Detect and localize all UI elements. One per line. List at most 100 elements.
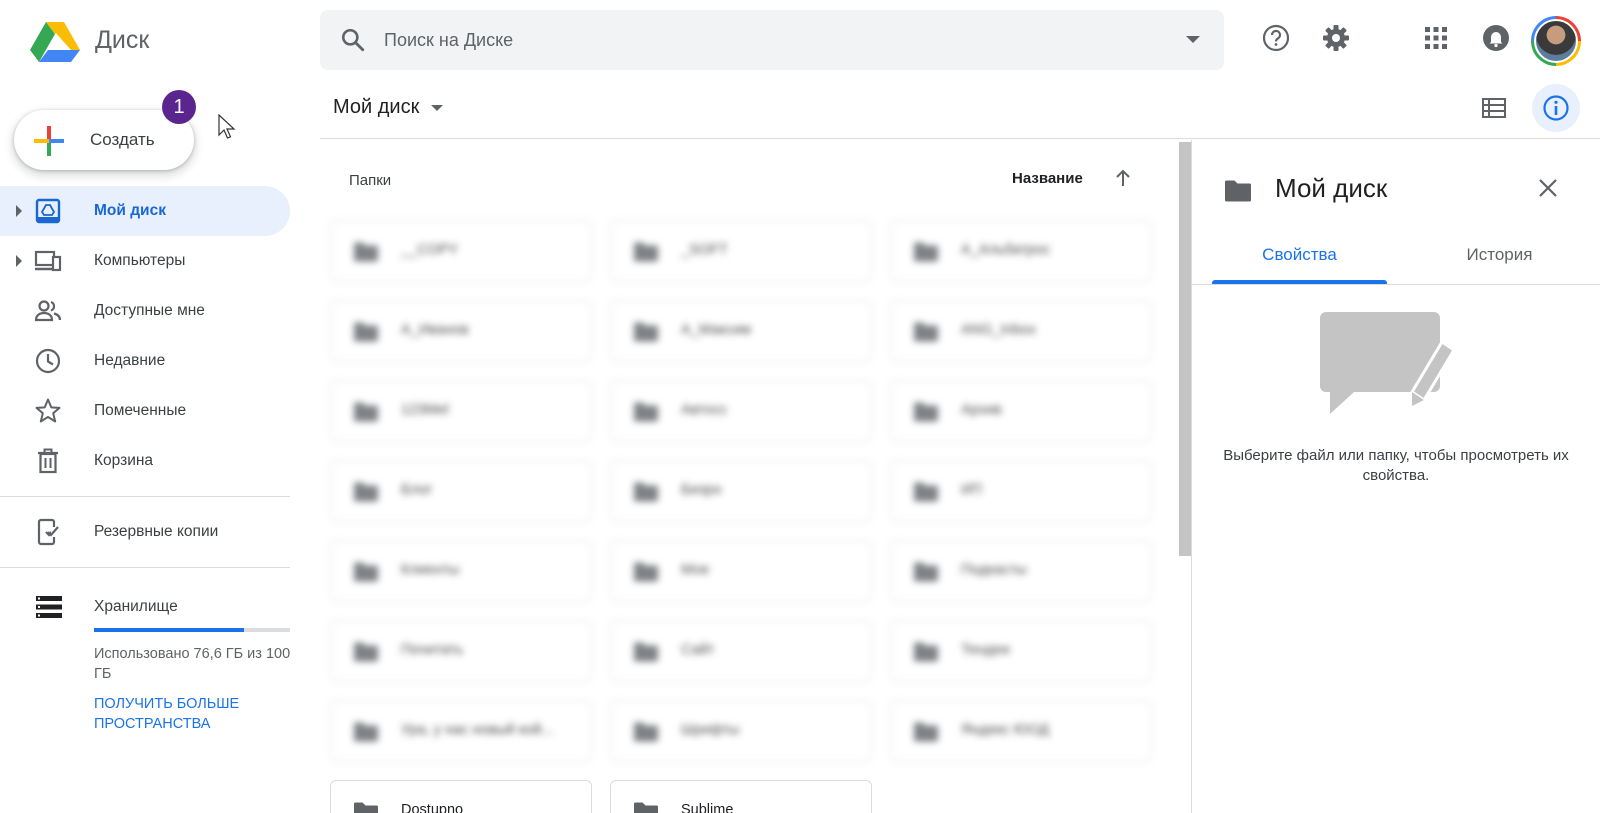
folder-tile[interactable]: Sublime: [610, 780, 872, 813]
info-icon: [1543, 95, 1569, 121]
storage-usage-bar: [94, 628, 290, 632]
folder-tile[interactable]: Архив: [890, 380, 1152, 442]
apps-grid-icon[interactable]: [1418, 20, 1454, 56]
folder-icon: [354, 482, 378, 502]
folder-tile[interactable]: Подкасты: [890, 540, 1152, 602]
sidebar-item-backups[interactable]: Резервные копии: [0, 507, 290, 557]
folder-name: Тендеи: [961, 642, 1010, 658]
folder-tile[interactable]: _SOFT: [610, 220, 872, 282]
settings-gear-icon[interactable]: [1318, 20, 1354, 56]
sidebar-item-starred[interactable]: Помеченные: [0, 386, 290, 436]
folder-tile[interactable]: A_Альбатрос: [890, 220, 1152, 282]
computers-icon: [34, 250, 62, 272]
backup-phone-icon: [37, 518, 59, 546]
folder-tile[interactable]: Шрифты: [610, 700, 872, 762]
location-dropdown[interactable]: Мой диск: [333, 96, 444, 119]
expand-arrow-icon[interactable]: [16, 205, 22, 217]
account-avatar[interactable]: [1531, 16, 1581, 66]
folder-tile[interactable]: 123Mel: [330, 380, 592, 442]
folder-icon: [634, 642, 658, 662]
folder-icon: [634, 482, 658, 502]
folder-icon: [914, 402, 938, 422]
folder-tile[interactable]: ANG_Inbox: [890, 300, 1152, 362]
info-button[interactable]: [1532, 84, 1580, 132]
folder-tile[interactable]: Бизро: [610, 460, 872, 522]
folder-icon: [914, 562, 938, 582]
sidebar-item-shared[interactable]: Доступные мне: [0, 286, 290, 336]
plus-icon: [34, 126, 64, 156]
folder-name: Архив: [961, 402, 1002, 418]
folder-tile[interactable]: ИП: [890, 460, 1152, 522]
sidebar-item-label: Недавние: [94, 352, 166, 369]
expand-arrow-icon[interactable]: [16, 255, 22, 267]
notifications-bell-icon[interactable]: [1478, 20, 1514, 56]
folder-tile[interactable]: __COPY: [330, 220, 592, 282]
folder-tile[interactable]: Тендеи: [890, 620, 1152, 682]
folders-section-label: Папки: [349, 172, 392, 189]
folder-icon: [354, 642, 378, 662]
search-options-dropdown-icon[interactable]: [1186, 36, 1200, 43]
folder-tile[interactable]: Яндекс ЮОД: [890, 700, 1152, 762]
folder-name: Бизро: [681, 482, 722, 498]
comment-edit-icon: [1320, 312, 1457, 414]
folder-name: Клиенты: [401, 562, 460, 578]
folder-name: Мое: [681, 562, 710, 578]
list-view-icon[interactable]: [1482, 97, 1506, 119]
sidebar-item-recent[interactable]: Недавние: [0, 336, 290, 386]
tabs-divider: [1192, 284, 1600, 285]
storage-icon: [36, 596, 62, 618]
help-icon[interactable]: [1258, 20, 1294, 56]
details-panel: Мой диск Свойства История Выберите файл …: [1192, 140, 1600, 813]
arrow-up-icon[interactable]: [1113, 168, 1133, 188]
storage-title[interactable]: Хранилище: [94, 598, 178, 616]
search-input[interactable]: [384, 20, 1144, 60]
tab-history[interactable]: История: [1412, 232, 1587, 284]
tab-properties[interactable]: Свойства: [1212, 232, 1387, 284]
sidebar-item-label: Мой диск: [94, 202, 166, 219]
sidebar-item-computers[interactable]: Компьютеры: [0, 236, 290, 286]
sidebar-item-my-drive[interactable]: Мой диск: [0, 186, 290, 236]
folder-name: Сайт: [681, 642, 715, 658]
folder-icon: [634, 802, 658, 813]
folder-icon: [634, 322, 658, 342]
folder-name: Блог: [401, 482, 433, 498]
folder-tile[interactable]: A_Максим: [610, 300, 872, 362]
folder-tile[interactable]: Ура, у нас новый кой...: [330, 700, 592, 762]
get-more-storage-link[interactable]: Получить больше пространства: [94, 694, 294, 734]
folder-tile[interactable]: Клиенты: [330, 540, 592, 602]
folder-icon: [354, 722, 378, 742]
folder-tile[interactable]: Автосс: [610, 380, 872, 442]
folder-tile[interactable]: Dostupno: [330, 780, 592, 813]
close-icon[interactable]: [1538, 178, 1558, 198]
sort-by-name-button[interactable]: Название: [1012, 170, 1083, 187]
folder-name: A_Альбатрос: [961, 242, 1051, 258]
folder-name: Почитать: [401, 642, 464, 658]
sidebar-item-trash[interactable]: Корзина: [0, 436, 290, 486]
folder-grid: __COPY _SOFT A_Альбатрос A_Иванов A_Максим AN…: [330, 220, 1160, 813]
folder-tile[interactable]: Мое: [610, 540, 872, 602]
app-name[interactable]: Диск: [95, 26, 149, 55]
folder-icon: [634, 562, 658, 582]
folder-tile[interactable]: A_Иванов: [330, 300, 592, 362]
folder-name: 123Mel: [401, 402, 449, 418]
create-button-label: Создать: [90, 130, 155, 149]
sidebar-item-label: Резервные копии: [94, 523, 219, 540]
folder-icon: [1225, 180, 1251, 202]
folder-icon: [634, 722, 658, 742]
folder-name: Яндекс ЮОД: [961, 722, 1050, 738]
search-bar[interactable]: [320, 10, 1224, 70]
folder-icon: [354, 322, 378, 342]
storage-used-text: Использовано 76,6 ГБ из 100 ГБ: [94, 646, 291, 682]
folder-icon: [914, 242, 938, 262]
folder-name: ИП: [961, 482, 982, 498]
star-icon: [35, 398, 61, 423]
sidebar-divider: [0, 567, 290, 568]
search-icon[interactable]: [340, 27, 366, 53]
folder-tile[interactable]: Блог: [330, 460, 592, 522]
drive-logo-icon[interactable]: [30, 22, 80, 62]
folder-tile[interactable]: Сайт: [610, 620, 872, 682]
scrollbar-thumb[interactable]: [1179, 142, 1191, 556]
folder-tile[interactable]: Почитать: [330, 620, 592, 682]
clock-icon: [35, 348, 61, 374]
details-title: Мой диск: [1275, 173, 1388, 203]
